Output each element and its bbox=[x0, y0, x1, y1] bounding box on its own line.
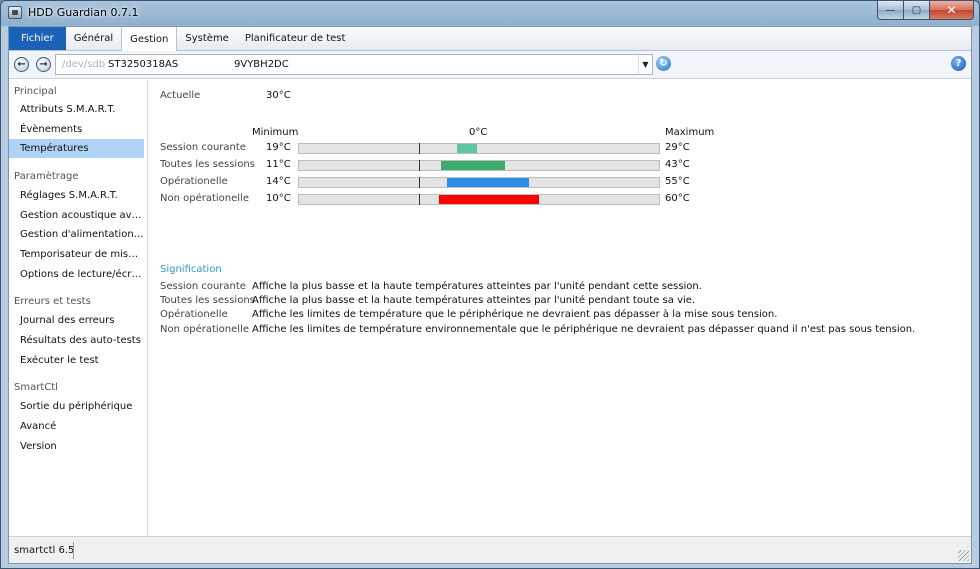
row-label: Non opérationelle bbox=[160, 193, 249, 204]
maximize-icon: ▢ bbox=[911, 4, 922, 16]
current-temp-value: 30°C bbox=[266, 90, 291, 101]
zero-marker bbox=[419, 160, 420, 171]
maximize-button[interactable]: ▢ bbox=[904, 1, 930, 20]
row-label: Opérationelle bbox=[160, 176, 228, 187]
menu-systeme[interactable]: Système bbox=[177, 27, 236, 50]
sidebar-item-acoustic[interactable]: Gestion acoustique avancée bbox=[9, 206, 144, 225]
minimum-header: Minimum bbox=[252, 127, 299, 138]
chevron-down-icon[interactable]: ▼ bbox=[638, 55, 652, 74]
row-min: 19°C bbox=[266, 142, 291, 153]
sidebar: Principal Attributs S.M.A.R.T. Évènement… bbox=[9, 80, 148, 536]
hard-drive-icon bbox=[8, 6, 22, 19]
row-min: 10°C bbox=[266, 193, 291, 204]
sidebar-item-smart-settings[interactable]: Réglages S.M.A.R.T. bbox=[9, 186, 144, 205]
device-selector[interactable]: /dev/sdb ST3250318AS 9VYBH2DC ▼ bbox=[55, 54, 653, 75]
sidebar-item-error-log[interactable]: Journal des erreurs bbox=[9, 311, 144, 330]
row-label: Toutes les sessions bbox=[160, 159, 255, 170]
forward-arrow-icon[interactable]: → bbox=[36, 57, 51, 72]
status-bar: smartctl 6.5 bbox=[9, 536, 971, 563]
zero-header: 0°C bbox=[469, 127, 488, 138]
menu-general[interactable]: Général bbox=[66, 27, 121, 50]
sidebar-item-power[interactable]: Gestion d'alimentation avancée bbox=[9, 225, 144, 244]
row-max: 55°C bbox=[665, 176, 690, 187]
window-title: HDD Guardian 0.7.1 bbox=[28, 6, 139, 19]
back-arrow-icon[interactable]: ← bbox=[14, 57, 29, 72]
menu-bar: Fichier Général Gestion Système Planific… bbox=[9, 27, 971, 51]
menu-gestion[interactable]: Gestion bbox=[121, 27, 178, 51]
signif-term: Session courante bbox=[160, 281, 246, 292]
toolbar: ← → /dev/sdb ST3250318AS 9VYBH2DC ▼ ↻ ? bbox=[9, 51, 971, 79]
menu-planificateur[interactable]: Planificateur de test bbox=[237, 27, 354, 50]
sidebar-item-standby-timer[interactable]: Temporisateur de mise en veille bbox=[9, 245, 144, 264]
resize-grip-icon[interactable] bbox=[958, 550, 969, 561]
section-parametrage: Paramètrage bbox=[14, 171, 79, 182]
signif-term: Opérationelle bbox=[160, 309, 228, 320]
device-serial: 9VYBH2DC bbox=[234, 59, 289, 70]
sidebar-item-self-test-results[interactable]: Résultats des auto-tests bbox=[9, 331, 144, 350]
sidebar-item-run-test[interactable]: Exécuter le test bbox=[9, 351, 144, 370]
section-smartctl: SmartCtl bbox=[14, 382, 58, 393]
row-max: 43°C bbox=[665, 159, 690, 170]
signification-title: Signification bbox=[160, 264, 222, 275]
title-bar[interactable]: HDD Guardian 0.7.1 — ▢ ✕ bbox=[1, 1, 979, 25]
sidebar-item-device-output[interactable]: Sortie du périphérique bbox=[9, 397, 144, 416]
signif-term: Toutes les sessions bbox=[160, 295, 255, 306]
device-path: /dev/sdb bbox=[62, 59, 106, 70]
zero-marker bbox=[419, 143, 420, 154]
current-temp-label: Actuelle bbox=[160, 90, 201, 101]
signif-text: Affiche les limites de température envir… bbox=[252, 324, 916, 335]
client-area: Fichier Général Gestion Système Planific… bbox=[8, 26, 972, 564]
temp-range-bar bbox=[298, 194, 660, 205]
zero-marker bbox=[419, 194, 420, 205]
signif-text: Affiche la plus basse et la haute tempér… bbox=[252, 281, 702, 292]
zero-marker bbox=[419, 177, 420, 188]
sidebar-item-temperatures[interactable]: Températures bbox=[9, 139, 144, 158]
section-errors-tests: Erreurs et tests bbox=[14, 296, 91, 307]
temp-range-bar bbox=[298, 143, 660, 154]
temp-range-fill bbox=[439, 195, 539, 204]
signif-text: Affiche les limites de température que l… bbox=[252, 309, 778, 320]
temperatures-panel: Actuelle 30°C Minimum 0°C Maximum Sessio… bbox=[149, 80, 971, 536]
app-window: HDD Guardian 0.7.1 — ▢ ✕ Fichier Général… bbox=[0, 0, 980, 569]
sidebar-item-version[interactable]: Version bbox=[9, 437, 144, 456]
row-max: 60°C bbox=[665, 193, 690, 204]
sidebar-item-advanced[interactable]: Avancé bbox=[9, 417, 144, 436]
close-icon: ✕ bbox=[946, 3, 957, 17]
temp-range-bar bbox=[298, 177, 660, 188]
status-separator bbox=[73, 542, 74, 559]
help-icon[interactable]: ? bbox=[951, 56, 966, 71]
menu-fichier[interactable]: Fichier bbox=[9, 27, 66, 50]
signif-text: Affiche la plus basse et la haute tempér… bbox=[252, 295, 696, 306]
temp-range-fill bbox=[447, 178, 529, 187]
sidebar-item-rw-options[interactable]: Options de lecture/écriture bbox=[9, 265, 144, 284]
sidebar-item-events[interactable]: Évènements bbox=[9, 120, 144, 139]
row-min: 14°C bbox=[266, 176, 291, 187]
sidebar-item-smart-attributes[interactable]: Attributs S.M.A.R.T. bbox=[9, 100, 144, 119]
section-principal: Principal bbox=[14, 86, 57, 97]
window-controls: — ▢ ✕ bbox=[877, 1, 974, 20]
maximum-header: Maximum bbox=[665, 127, 715, 138]
row-min: 11°C bbox=[266, 159, 291, 170]
temp-range-fill bbox=[457, 144, 477, 153]
temp-range-fill bbox=[441, 161, 505, 170]
temp-range-bar bbox=[298, 160, 660, 171]
refresh-icon[interactable]: ↻ bbox=[656, 56, 671, 71]
device-model: ST3250318AS bbox=[108, 59, 179, 70]
status-smartctl-version: smartctl 6.5 bbox=[14, 545, 75, 556]
minimize-icon: — bbox=[885, 4, 896, 16]
row-label: Session courante bbox=[160, 142, 246, 153]
close-button[interactable]: ✕ bbox=[930, 1, 974, 20]
signif-term: Non opérationelle bbox=[160, 324, 249, 335]
minimize-button[interactable]: — bbox=[877, 1, 904, 20]
row-max: 29°C bbox=[665, 142, 690, 153]
